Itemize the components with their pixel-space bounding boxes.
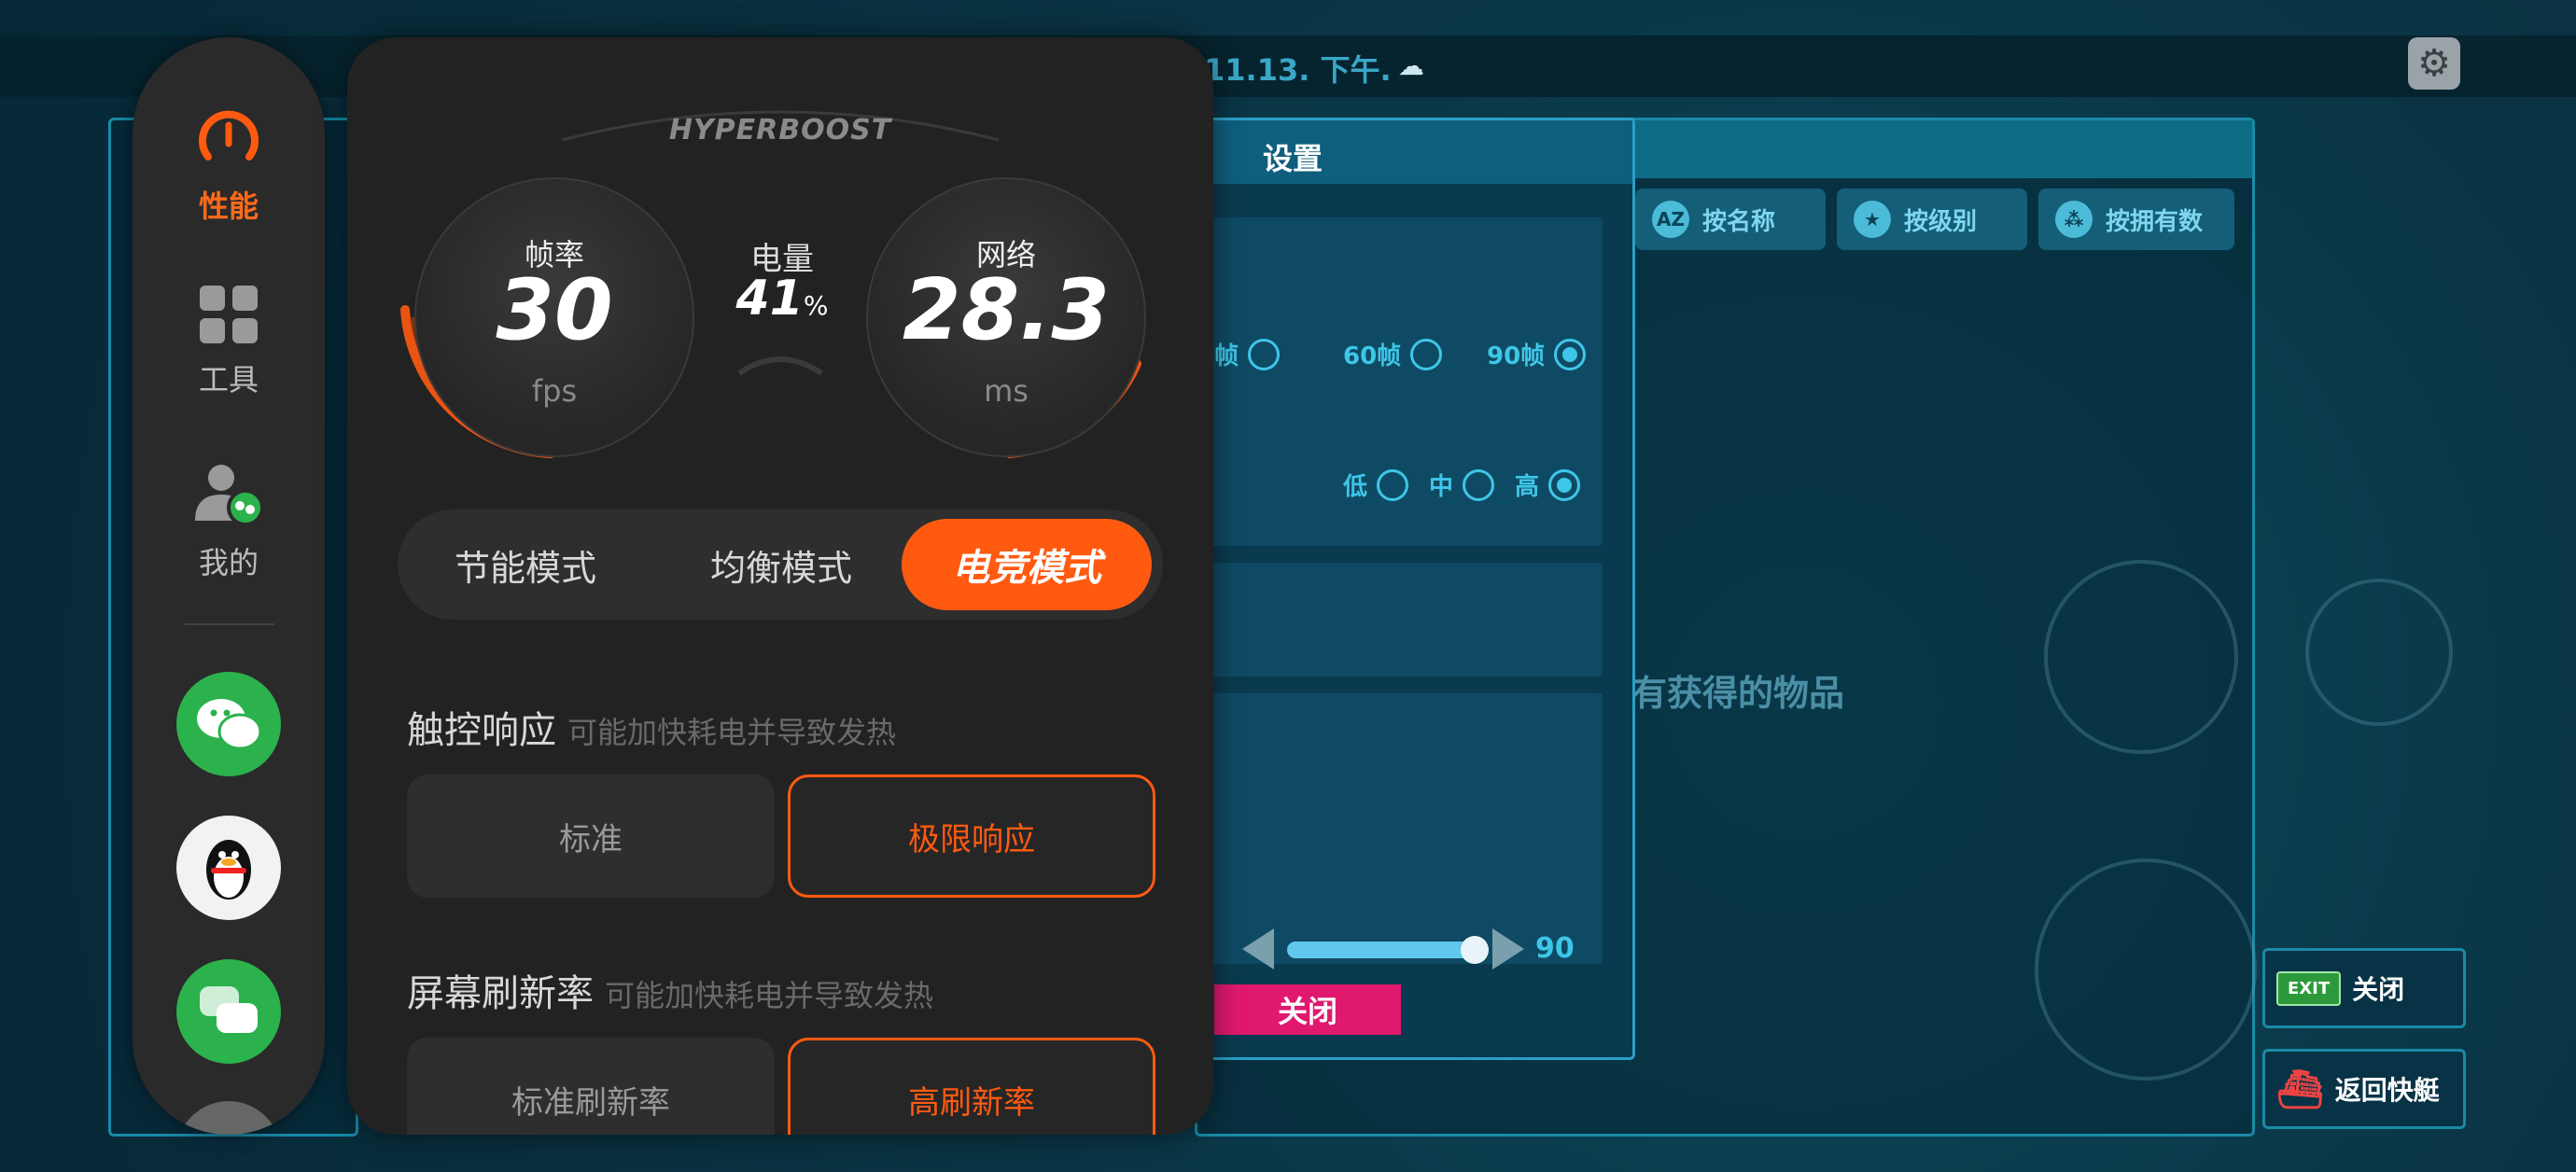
rail-label: 工具: [198, 362, 259, 398]
fps-value: 30: [496, 261, 613, 359]
qq-app-button[interactable]: [176, 816, 281, 920]
empty-inventory-text: 有获得的物品: [1631, 673, 1845, 714]
wechat-app-button[interactable]: [176, 672, 281, 776]
gear-icon[interactable]: ⚙: [2408, 37, 2460, 90]
brand-logo: HYPERBOOST: [668, 114, 892, 146]
radio-button[interactable]: [1554, 338, 1587, 370]
touch-response-title: 触控响应 可能加快耗电并导致发热: [407, 700, 896, 754]
radio-button[interactable]: [1463, 468, 1495, 501]
sort-by-name-button[interactable]: AZ 按名称: [1635, 188, 1826, 250]
section-subtitle: 可能加快耗电并导致发热: [605, 978, 934, 1013]
slider-increase-icon[interactable]: [1492, 928, 1524, 970]
rail-label: 性能: [198, 188, 259, 224]
fps-option-90[interactable]: 90帧: [1487, 337, 1587, 371]
qq-penguin-icon: [206, 840, 251, 900]
touch-extreme-option[interactable]: 极限响应: [788, 774, 1155, 898]
network-unit: ms: [984, 373, 1029, 409]
messages-app-button[interactable]: [176, 959, 281, 1064]
exit-sign-icon: EXIT: [2276, 970, 2342, 1006]
section-subtitle: 可能加快耗电并导致发热: [567, 715, 897, 750]
refresh-standard-option[interactable]: 标准刷新率: [407, 1038, 775, 1135]
more-app-button[interactable]: [176, 1101, 281, 1135]
harpoon-ghost-icon: [2035, 858, 2257, 1081]
rail-item-mine[interactable]: 我的: [133, 461, 325, 582]
quality-option-mid[interactable]: 中: [1429, 467, 1495, 502]
exit-close-button[interactable]: EXIT 关闭: [2262, 948, 2466, 1028]
battery-unit: %: [803, 290, 829, 321]
quality-option-high[interactable]: 高: [1515, 467, 1581, 502]
fps-unit: fps: [531, 373, 578, 409]
volume-slider[interactable]: [1287, 942, 1481, 958]
quality-option-low[interactable]: 低: [1343, 467, 1409, 502]
grid-icon: [200, 286, 258, 343]
performance-mode-selector: 节能模式 均衡模式 电竞模式: [398, 509, 1163, 620]
rail-item-performance[interactable]: 性能: [133, 105, 325, 226]
settings-section: [1197, 693, 1603, 964]
slider-handle[interactable]: [1461, 936, 1489, 964]
cluster-icon: ⁂: [2055, 201, 2093, 238]
chat-bubbles-icon: [200, 986, 258, 1033]
radio-label: 90帧: [1487, 342, 1546, 370]
game-settings-dialog: 设置 0帧 60帧 90帧 低 中 高 90 关闭: [1195, 118, 1635, 1060]
return-boat-button[interactable]: ⛴ 返回快艇: [2262, 1049, 2466, 1129]
settings-close-button[interactable]: 关闭: [1214, 984, 1401, 1035]
section-title: 屏幕刷新率: [407, 972, 594, 1015]
refresh-high-option[interactable]: 高刷新率: [788, 1038, 1155, 1135]
game-date: 11.13. 下午.: [1204, 52, 1392, 88]
radio-label: 低: [1343, 473, 1368, 501]
slider-value: 90: [1535, 932, 1575, 965]
battery-value: 41: [735, 271, 804, 327]
az-icon: AZ: [1652, 201, 1689, 238]
sort-by-level-button[interactable]: ★ 按级别: [1837, 188, 2027, 250]
creature-ghost-icon: [2305, 579, 2453, 726]
radio-button[interactable]: [1377, 468, 1409, 501]
boat-icon: ⛴: [2276, 1067, 2324, 1111]
slider-decrease-icon[interactable]: [1242, 928, 1274, 970]
wechat-icon: [197, 699, 262, 750]
network-value: 28.3: [902, 261, 1111, 359]
speedometer-icon: [199, 110, 259, 160]
refresh-rate-title: 屏幕刷新率 可能加快耗电并导致发热: [407, 963, 933, 1017]
radio-button[interactable]: [1548, 468, 1581, 501]
mode-balanced[interactable]: 均衡模式: [653, 509, 909, 620]
fish-ghost-icon: [2044, 560, 2238, 754]
fps-option-60[interactable]: 60帧: [1343, 337, 1443, 371]
performance-panel: HYPERBOOST 帧率 30 fps 电量 41% 网络 28.3 ms 节…: [347, 37, 1213, 1135]
sort-label: 按拥有数: [2106, 207, 2204, 236]
battery-readout: 41%: [713, 271, 851, 327]
return-boat-label: 返回快艇: [2334, 1075, 2440, 1106]
section-title: 触控响应: [407, 709, 556, 752]
assistant-side-rail: 性能 工具 我的: [133, 37, 325, 1135]
settings-title-bar: 设置: [1197, 120, 1632, 184]
sort-label: 按名称: [1702, 207, 1776, 236]
star-icon: ★: [1854, 201, 1891, 238]
rain-cloud-icon: ☁: [1398, 50, 1424, 81]
touch-standard-option[interactable]: 标准: [407, 774, 775, 898]
rail-label: 我的: [198, 545, 259, 580]
sort-by-count-button[interactable]: ⁂ 按拥有数: [2038, 188, 2234, 250]
radio-button[interactable]: [1248, 338, 1281, 370]
fps-gauge: 帧率 30 fps: [414, 177, 694, 457]
network-gauge: 网络 28.3 ms: [866, 177, 1146, 457]
sort-label: 按级别: [1904, 207, 1978, 236]
radio-label: 中: [1429, 473, 1454, 501]
user-wechat-icon: [195, 465, 264, 526]
radio-label: 60帧: [1343, 342, 1402, 370]
settings-title: 设置: [1263, 141, 1323, 176]
radio-button[interactable]: [1410, 338, 1443, 370]
exit-close-label: 关闭: [2352, 974, 2405, 1005]
settings-section: [1197, 563, 1603, 677]
radio-label: 高: [1515, 473, 1540, 501]
mode-esports[interactable]: 电竞模式: [902, 519, 1152, 610]
rail-divider: [185, 623, 274, 625]
mode-power-saving[interactable]: 节能模式: [398, 509, 653, 620]
rail-item-tools[interactable]: 工具: [133, 284, 325, 399]
